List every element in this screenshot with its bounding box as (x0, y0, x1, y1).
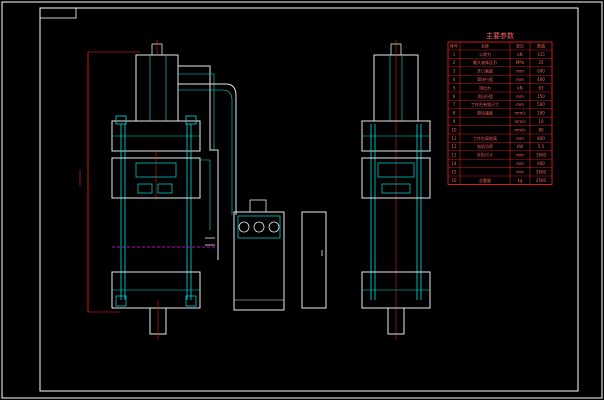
table-cell: 400 (537, 77, 545, 82)
table-cell: 25 (538, 60, 544, 65)
table-cell: 8 (453, 111, 456, 116)
table-cell: 500 (537, 102, 545, 107)
table-cell: mm (516, 136, 524, 141)
table-cell: 100 (537, 111, 545, 116)
table-cell: 15 (451, 169, 457, 174)
table-cell: 1 (453, 52, 456, 57)
table-title: 主要参数 (486, 31, 514, 40)
table-cell: 滑块行程 (477, 76, 493, 82)
table-cell: 开口高度 (477, 68, 493, 74)
table-cell: 315 (537, 52, 545, 57)
front-view (79, 40, 327, 340)
table-header-cell: 数值 (537, 43, 545, 49)
table-cell: 总重量 (479, 177, 491, 183)
table-cell: kg (518, 178, 523, 183)
table-cell: 5 (453, 85, 456, 90)
table-cell: 1600 (536, 153, 547, 158)
table-cell: 12 (451, 144, 457, 149)
table-cell: 最大液体压力 (473, 59, 497, 65)
table-cell: 滑块速度 (477, 110, 493, 116)
table-header-cell: 序号 (450, 43, 458, 49)
table-cell: 13 (451, 153, 457, 158)
table-cell: mm (516, 94, 524, 99)
table-cell: 2500 (536, 178, 547, 183)
table-cell: mm/s (514, 127, 525, 132)
table-cell: 4 (453, 77, 456, 82)
parameter-table: 主要参数序号 名称 单位 数值 1 公称力 kN 315 2 最大液体压力 MPa 25 3 开口高度 mm… (447, 31, 553, 185)
sheet-border (1, 1, 603, 399)
table-cell: mm (516, 161, 524, 166)
table-cell: 10 (451, 127, 457, 132)
table-cell: kW (517, 144, 523, 149)
table-cell: 16 (451, 178, 457, 183)
corner-mark (39, 7, 77, 19)
table-cell: 800 (537, 136, 545, 141)
table-cell: 6 (453, 94, 456, 99)
table-cell: 2600 (536, 169, 547, 174)
table-header-cell: 单位 (516, 43, 524, 49)
table-cell: 10 (538, 119, 544, 124)
table-cell: kN (517, 85, 522, 90)
table-cell: 3 (453, 69, 456, 74)
table-cell: 外形尺寸 (477, 152, 493, 158)
table-cell: 150 (537, 94, 545, 99)
table-cell: 电机功率 (477, 143, 493, 149)
table-cell: MPa (516, 60, 525, 65)
table-cell: mm/s (514, 119, 525, 124)
table-cell: mm/s (514, 111, 525, 116)
table-cell: 公称力 (479, 51, 491, 57)
table-cell: mm (516, 169, 524, 174)
hydraulic-press-drawing: 主要参数序号 名称 单位 数值 1 公称力 kN 315 2 最大液体压力 MPa 25 3 开口高度 mm… (1, 1, 603, 399)
table-cell: 顶出力 (479, 84, 491, 90)
table-cell: 900 (537, 161, 545, 166)
table-cell: 顶出行程 (477, 93, 493, 99)
table-cell: 600 (537, 69, 545, 74)
table-cell: 工作台离地高 (473, 135, 497, 141)
table-cell: kN (517, 52, 522, 57)
table-cell: mm (516, 153, 524, 158)
table-cell: 7 (453, 102, 456, 107)
table-cell: 11 (451, 136, 457, 141)
table-cell: 9 (453, 119, 456, 124)
table-cell: mm (516, 69, 524, 74)
table-cell: 5.5 (538, 144, 545, 149)
side-view (361, 40, 431, 340)
table-cell: 工作台有效尺寸 (471, 101, 499, 107)
table-cell: 63 (538, 85, 544, 90)
table-cell: mm (516, 102, 524, 107)
table-cell: mm (516, 77, 524, 82)
table-header-cell: 名称 (481, 43, 489, 49)
table-cell: 2 (453, 60, 456, 65)
table-cell: 80 (538, 127, 544, 132)
table-cell: 14 (451, 161, 457, 166)
